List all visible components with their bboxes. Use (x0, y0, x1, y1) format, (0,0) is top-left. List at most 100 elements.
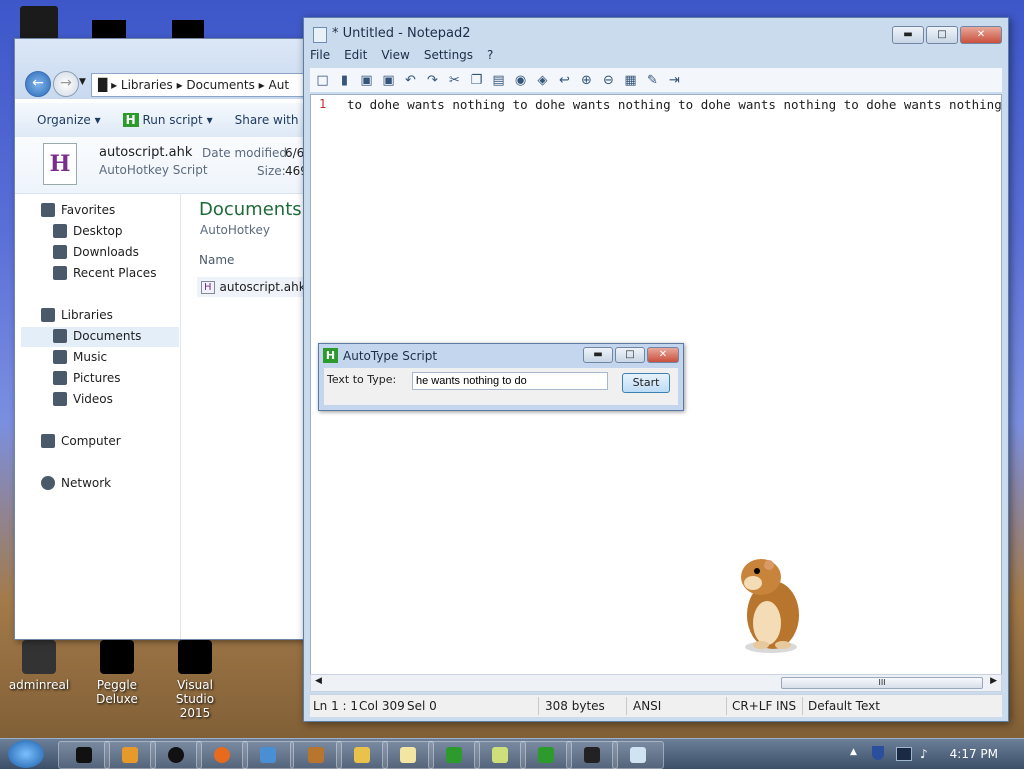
start-button[interactable]: Start (622, 373, 670, 393)
dialog-close-button[interactable]: ✕ (647, 347, 679, 363)
taskbar-btn-explorer[interactable] (336, 741, 388, 769)
text-to-type-input[interactable] (412, 372, 608, 390)
taskbar-btn-console[interactable] (566, 741, 618, 769)
dialog-body: Text to Type: Start (324, 368, 678, 405)
nav-documents[interactable]: Documents (53, 329, 141, 343)
taskbar: ▲ ♪ 4:17 PM (0, 738, 1024, 769)
word-wrap-icon[interactable]: ↩ (556, 72, 573, 89)
tray-expand-icon[interactable]: ▲ (850, 747, 857, 757)
nav-label: Downloads (73, 245, 139, 259)
menu-settings[interactable]: Settings (424, 48, 473, 66)
nav-computer[interactable]: Computer (41, 434, 121, 448)
command-bar: Organize ▾ H Run script ▾ Share with (15, 103, 315, 138)
column-header-name[interactable]: Name (199, 253, 234, 267)
start-button[interactable] (8, 740, 44, 768)
organize-button[interactable]: Organize ▾ (37, 113, 101, 127)
status-separator (802, 697, 803, 715)
menu-view[interactable]: View (381, 48, 409, 66)
nav-recent-places[interactable]: Recent Places (53, 266, 156, 280)
menu-file[interactable]: File (310, 48, 330, 66)
nav-network[interactable]: Network (41, 476, 111, 490)
taskbar-btn-ahk2[interactable] (520, 741, 572, 769)
taskbar-btn-firefox[interactable] (196, 741, 248, 769)
browse-icon[interactable]: ▣ (358, 72, 375, 89)
menu-edit[interactable]: Edit (344, 48, 367, 66)
menu-help[interactable]: ? (487, 48, 493, 66)
dialog-maximize-button[interactable]: □ (615, 347, 645, 363)
status-bar: Ln 1 : 1 Col 309 Sel 0 308 bytes ANSI CR… (310, 694, 1002, 717)
taskbar-btn-folder2[interactable] (474, 741, 526, 769)
maximize-button[interactable]: □ (926, 26, 958, 44)
details-pane: H autoscript.ahk AutoHotkey Script Date … (15, 137, 315, 194)
desktop-icon-visual-studio[interactable]: Visual Studio 2015 (160, 640, 230, 720)
taskbar-btn-users[interactable] (242, 741, 294, 769)
nav-downloads[interactable]: Downloads (53, 245, 139, 259)
address-bar[interactable]: █ ▸ Libraries ▸ Documents ▸ Aut (91, 73, 315, 97)
taskbar-btn-terminal[interactable] (58, 741, 110, 769)
dialog-minimize-button[interactable]: ▬ (583, 347, 613, 363)
scroll-thumb[interactable]: III (781, 677, 983, 689)
nav-libraries[interactable]: Libraries (41, 308, 113, 322)
details-size-label: Size: (257, 164, 286, 178)
nav-music[interactable]: Music (53, 350, 107, 364)
scroll-right-arrow-icon[interactable]: ▶ (990, 676, 997, 686)
desktop-icon-black-2[interactable] (172, 20, 204, 40)
nav-pictures[interactable]: Pictures (53, 371, 121, 385)
replace-icon[interactable]: ◈ (534, 72, 551, 89)
save-icon[interactable]: ▣ (380, 72, 397, 89)
editor-text[interactable]: to dohe wants nothing to dohe wants noth… (347, 97, 1001, 112)
breadcrumb-libraries[interactable]: Libraries (121, 78, 173, 92)
paste-icon[interactable]: ▤ (490, 72, 507, 89)
nav-desktop[interactable]: Desktop (53, 224, 123, 238)
redo-icon[interactable]: ↷ (424, 72, 441, 89)
breadcrumb-documents[interactable]: Documents (186, 78, 254, 92)
taskbar-btn-hamster[interactable] (290, 741, 342, 769)
back-button[interactable]: ← (25, 71, 51, 97)
exit-icon[interactable]: ⇥ (666, 72, 683, 89)
security-shield-icon[interactable] (872, 746, 884, 760)
folder-icon (354, 747, 370, 763)
breadcrumb-sep: ▸ (258, 78, 269, 92)
nav-videos[interactable]: Videos (53, 392, 113, 406)
nav-favorites[interactable]: Favorites (41, 203, 115, 217)
clock[interactable]: 4:17 PM (950, 747, 998, 761)
desktop-icon-adminreal[interactable]: adminreal (4, 640, 74, 692)
recent-dropdown-icon[interactable]: ▼ (79, 77, 86, 87)
undo-icon[interactable]: ↶ (402, 72, 419, 89)
cut-icon[interactable]: ✂ (446, 72, 463, 89)
recycle-bin-icon[interactable] (20, 6, 58, 40)
network-tray-icon[interactable] (896, 747, 912, 761)
horizontal-scrollbar[interactable]: ◀ III ▶ (310, 674, 1002, 692)
zoom-in-icon[interactable]: ⊕ (578, 72, 595, 89)
new-file-icon[interactable]: □ (314, 72, 331, 89)
minimize-button[interactable]: ▬ (892, 26, 924, 44)
notepad2-icon (630, 747, 646, 763)
taskbar-btn-ahk[interactable] (428, 741, 480, 769)
close-button[interactable]: ✕ (960, 26, 1002, 44)
customize-icon[interactable]: ✎ (644, 72, 661, 89)
nav-label: Videos (73, 392, 113, 406)
scroll-left-arrow-icon[interactable]: ◀ (315, 676, 322, 686)
forward-button[interactable]: → (53, 71, 79, 97)
taskbar-btn-media[interactable] (104, 741, 156, 769)
run-script-button[interactable]: H Run script ▾ (122, 113, 213, 127)
taskbar-btn-notepad[interactable] (382, 741, 434, 769)
desktop-icon-peggle[interactable]: Peggle Deluxe (82, 640, 152, 706)
open-folder-icon[interactable]: ▮ (336, 72, 353, 89)
desktop-icon-black[interactable] (92, 20, 126, 40)
find-icon[interactable]: ◉ (512, 72, 529, 89)
run-script-label: Run script (142, 113, 203, 127)
scheme-icon[interactable]: ▦ (622, 72, 639, 89)
breadcrumb-autohotkey[interactable]: Aut (269, 78, 290, 92)
users-icon (260, 747, 276, 763)
copy-icon[interactable]: ❐ (468, 72, 485, 89)
file-row[interactable]: H autoscript.ahk (197, 277, 315, 297)
taskbar-btn-app[interactable] (150, 741, 202, 769)
desktop-icon-label: adminreal (8, 678, 70, 692)
ahk-icon: H (323, 348, 338, 363)
pictures-icon (53, 371, 67, 385)
share-with-button[interactable]: Share with (235, 113, 299, 127)
taskbar-btn-notepad2[interactable] (612, 741, 664, 769)
volume-icon[interactable]: ♪ (920, 747, 928, 761)
zoom-out-icon[interactable]: ⊖ (600, 72, 617, 89)
